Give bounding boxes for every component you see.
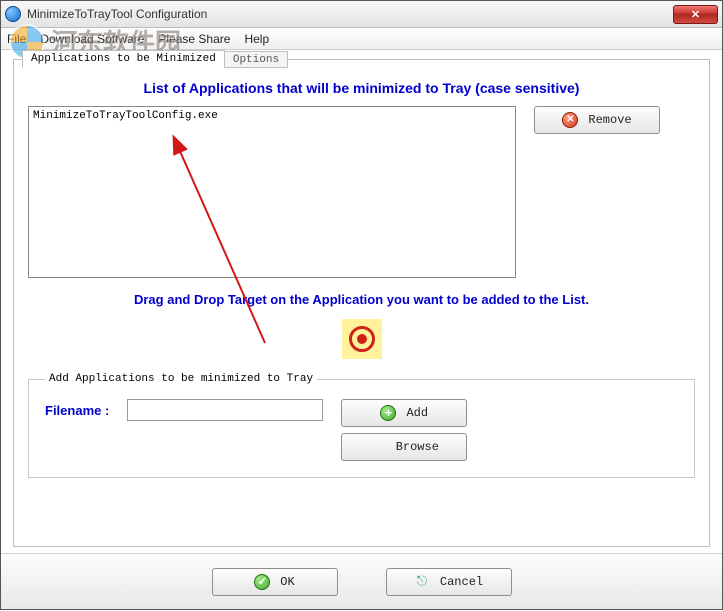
add-button[interactable]: Add	[341, 399, 467, 427]
tab-strip: Applications to be Minimized Options	[22, 50, 287, 68]
list-heading: List of Applications that will be minimi…	[28, 80, 695, 96]
ok-button[interactable]: OK	[212, 568, 338, 596]
applications-listbox[interactable]: MinimizeToTrayToolConfig.exe	[28, 106, 516, 278]
cancel-button[interactable]: Cancel	[386, 568, 512, 596]
list-item[interactable]: MinimizeToTrayToolConfig.exe	[33, 110, 511, 122]
menu-help[interactable]: Help	[244, 32, 269, 46]
ok-button-label: OK	[280, 575, 294, 589]
close-icon: ✕	[691, 8, 700, 21]
filename-input[interactable]	[127, 399, 323, 421]
add-applications-group: Add Applications to be minimized to Tray…	[28, 373, 695, 478]
menu-please-share[interactable]: Please Share	[158, 32, 230, 46]
tab-applications[interactable]: Applications to be Minimized	[22, 50, 225, 68]
browse-button-label: Browse	[396, 440, 439, 454]
menu-download-software[interactable]: Download Software	[40, 32, 144, 46]
add-icon	[380, 405, 396, 421]
remove-icon	[562, 112, 578, 128]
titlebar: MinimizeToTrayTool Configuration ✕	[1, 1, 722, 28]
ok-icon	[254, 574, 270, 590]
add-group-legend: Add Applications to be minimized to Tray	[45, 373, 317, 385]
remove-button[interactable]: Remove	[534, 106, 660, 134]
menu-file[interactable]: File	[7, 32, 26, 46]
bullseye-icon	[349, 326, 375, 352]
drag-target[interactable]	[342, 319, 382, 359]
cancel-icon	[414, 574, 430, 590]
cancel-button-label: Cancel	[440, 575, 483, 589]
main-panel: Applications to be Minimized Options Lis…	[13, 59, 710, 547]
drag-instruction: Drag and Drop Target on the Application …	[28, 292, 695, 307]
app-icon	[5, 6, 21, 22]
menubar: File Download Software Please Share Help	[1, 28, 722, 50]
filename-label: Filename :	[45, 399, 109, 418]
close-button[interactable]: ✕	[673, 5, 718, 24]
remove-button-label: Remove	[588, 113, 631, 127]
browse-button[interactable]: Browse	[341, 433, 467, 461]
add-button-label: Add	[406, 406, 428, 420]
window-title: MinimizeToTrayTool Configuration	[27, 7, 673, 21]
browse-icon	[370, 439, 386, 455]
bottom-button-bar: OK Cancel	[1, 553, 722, 609]
tab-options[interactable]: Options	[224, 51, 288, 68]
